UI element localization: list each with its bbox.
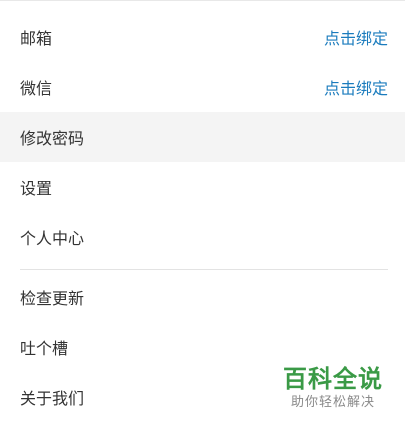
- menu-item-label: 修改密码: [20, 129, 85, 148]
- bind-email-link[interactable]: 点击绑定: [324, 25, 388, 49]
- watermark-logo: 百科全说 助你轻松解决: [277, 364, 389, 412]
- menu-item-change-password[interactable]: 修改密码: [0, 112, 405, 162]
- menu-item-personal-center[interactable]: 个人中心: [0, 212, 405, 262]
- menu-item-label: 设置: [20, 179, 53, 198]
- menu-item-label: 关于我们: [20, 389, 85, 408]
- menu-item-label: 微信: [20, 79, 53, 98]
- menu-item-email[interactable]: 邮箱 点击绑定: [0, 12, 405, 62]
- menu-item-label: 吐个槽: [20, 339, 69, 358]
- menu-divider: [20, 269, 388, 270]
- bind-wechat-link[interactable]: 点击绑定: [324, 75, 388, 99]
- top-divider: [0, 0, 405, 1]
- menu-item-label: 邮箱: [20, 29, 53, 48]
- menu-item-check-update[interactable]: 检查更新: [0, 272, 405, 322]
- menu-item-settings[interactable]: 设置: [0, 162, 405, 212]
- watermark-subtitle: 助你轻松解决: [290, 395, 375, 410]
- menu-item-wechat[interactable]: 微信 点击绑定: [0, 62, 405, 112]
- watermark-title: 百科全说: [283, 365, 383, 393]
- menu-item-label: 个人中心: [20, 229, 85, 248]
- menu-item-label: 检查更新: [20, 289, 85, 308]
- settings-menu: 邮箱 点击绑定 微信 点击绑定 修改密码 设置 个人中心 检查更新 吐个槽 关于…: [0, 12, 405, 422]
